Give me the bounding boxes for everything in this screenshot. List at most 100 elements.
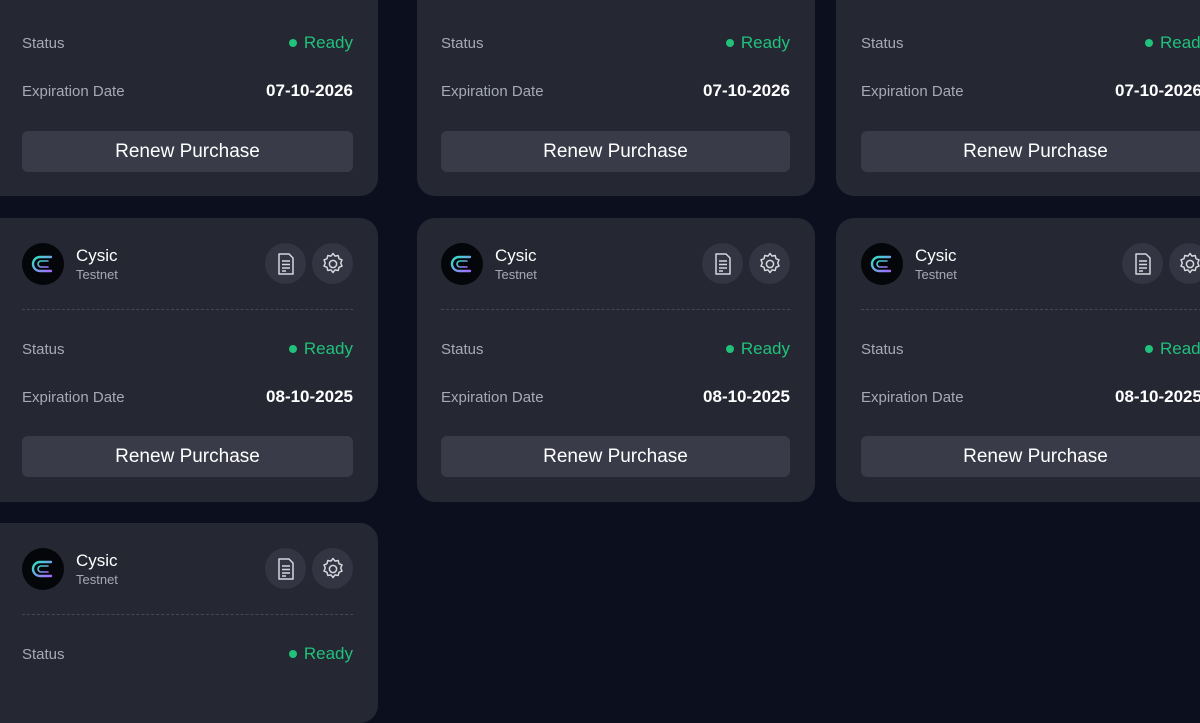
status-row: Status Ready (861, 32, 1200, 56)
expiration-label: Expiration Date (861, 83, 964, 100)
card-header: Cysic Testnet (861, 243, 1200, 285)
status-row: Status Ready (22, 338, 353, 362)
card-header: Cysic Testnet (22, 548, 353, 590)
status-dot-icon (1145, 345, 1153, 353)
project-name: Cysic (76, 551, 118, 571)
node-card: Cysic Testnet Status Ready (0, 523, 378, 723)
expiration-date: 08-10-2025 (1115, 387, 1200, 407)
status-label: Status (441, 35, 484, 52)
status-dot-icon (1145, 39, 1153, 47)
status-value: Ready (1160, 339, 1200, 359)
expiration-label: Expiration Date (441, 389, 544, 406)
status-label: Status (441, 341, 484, 358)
renew-purchase-button[interactable]: Renew Purchase (441, 131, 790, 172)
expiration-date: 08-10-2025 (266, 387, 353, 407)
card-header: Cysic Testnet (22, 243, 353, 285)
document-button[interactable] (265, 548, 306, 589)
project-name: Cysic (76, 246, 118, 266)
renew-purchase-button[interactable]: Renew Purchase (22, 436, 353, 477)
gear-icon (320, 251, 346, 277)
expiration-row: Expiration Date 07-10-2026 (441, 80, 790, 104)
settings-button[interactable] (749, 243, 790, 284)
status-badge: Ready (1145, 339, 1200, 359)
cysic-logo-icon (22, 548, 64, 590)
node-card: Cysic Testnet Status Ready Expiration Da… (0, 218, 378, 502)
status-row: Status Ready (441, 338, 790, 362)
expiration-label: Expiration Date (441, 83, 544, 100)
renew-purchase-button[interactable]: Renew Purchase (861, 436, 1200, 477)
gear-icon (320, 556, 346, 582)
status-badge: Ready (726, 339, 790, 359)
settings-button[interactable] (1169, 243, 1200, 284)
project-name: Cysic (495, 246, 537, 266)
expiration-row: Expiration Date 08-10-2025 (861, 386, 1200, 410)
node-card: Status Ready Expiration Date 07-10-2026 … (417, 0, 815, 196)
card-divider (441, 309, 790, 310)
document-icon (275, 557, 297, 581)
document-button[interactable] (1122, 243, 1163, 284)
cysic-logo-icon (861, 243, 903, 285)
status-value: Ready (741, 339, 790, 359)
status-row: Status Ready (22, 32, 353, 56)
status-value: Ready (304, 33, 353, 53)
document-button[interactable] (702, 243, 743, 284)
cysic-logo-icon (22, 243, 64, 285)
status-label: Status (22, 341, 65, 358)
status-dot-icon (289, 39, 297, 47)
status-value: Ready (304, 644, 353, 664)
project-network: Testnet (495, 267, 537, 283)
card-divider (861, 309, 1200, 310)
expiration-row: Expiration Date 07-10-2026 (22, 80, 353, 104)
status-value: Ready (1160, 33, 1200, 53)
project-name: Cysic (915, 246, 957, 266)
status-value: Ready (741, 33, 790, 53)
gear-icon (757, 251, 783, 277)
expiration-row: Expiration Date 07-10-2026 (861, 80, 1200, 104)
card-header: Cysic Testnet (441, 243, 790, 285)
expiration-label: Expiration Date (22, 83, 125, 100)
status-badge: Ready (726, 33, 790, 53)
status-value: Ready (304, 339, 353, 359)
card-top-control[interactable] (1088, 0, 1156, 4)
status-badge: Ready (1145, 33, 1200, 53)
status-badge: Ready (289, 33, 353, 53)
card-divider (22, 614, 353, 615)
gear-icon (1177, 251, 1200, 277)
status-badge: Ready (289, 644, 353, 664)
project-network: Testnet (76, 572, 118, 588)
cysic-logo-icon (441, 243, 483, 285)
node-card: Cysic Testnet Status Ready Expiration Da… (836, 218, 1200, 502)
status-dot-icon (289, 650, 297, 658)
status-label: Status (861, 341, 904, 358)
settings-button[interactable] (312, 548, 353, 589)
status-dot-icon (726, 39, 734, 47)
card-top-control[interactable] (118, 0, 266, 4)
expiration-row: Expiration Date 08-10-2025 (441, 386, 790, 410)
document-icon (712, 252, 734, 276)
expiration-row: Expiration Date 08-10-2025 (22, 386, 353, 410)
status-dot-icon (289, 345, 297, 353)
renew-purchase-button[interactable]: Renew Purchase (861, 131, 1200, 172)
status-row: Status Ready (861, 338, 1200, 362)
node-card: Status Ready Expiration Date 07-10-2026 … (836, 0, 1200, 196)
status-badge: Ready (289, 339, 353, 359)
document-button[interactable] (265, 243, 306, 284)
status-label: Status (22, 646, 65, 663)
renew-purchase-button[interactable]: Renew Purchase (22, 131, 353, 172)
card-divider (22, 309, 353, 310)
status-row: Status Ready (22, 643, 353, 667)
status-row: Status Ready (441, 32, 790, 56)
expiration-date: 07-10-2026 (1115, 81, 1200, 101)
document-icon (1132, 252, 1154, 276)
expiration-date: 07-10-2026 (266, 81, 353, 101)
project-network: Testnet (915, 267, 957, 283)
status-dot-icon (726, 345, 734, 353)
node-card: Status Ready Expiration Date 07-10-2026 … (0, 0, 378, 196)
settings-button[interactable] (312, 243, 353, 284)
expiration-date: 07-10-2026 (703, 81, 790, 101)
renew-purchase-button[interactable]: Renew Purchase (441, 436, 790, 477)
status-label: Status (861, 35, 904, 52)
document-icon (275, 252, 297, 276)
project-network: Testnet (76, 267, 118, 283)
status-label: Status (22, 35, 65, 52)
